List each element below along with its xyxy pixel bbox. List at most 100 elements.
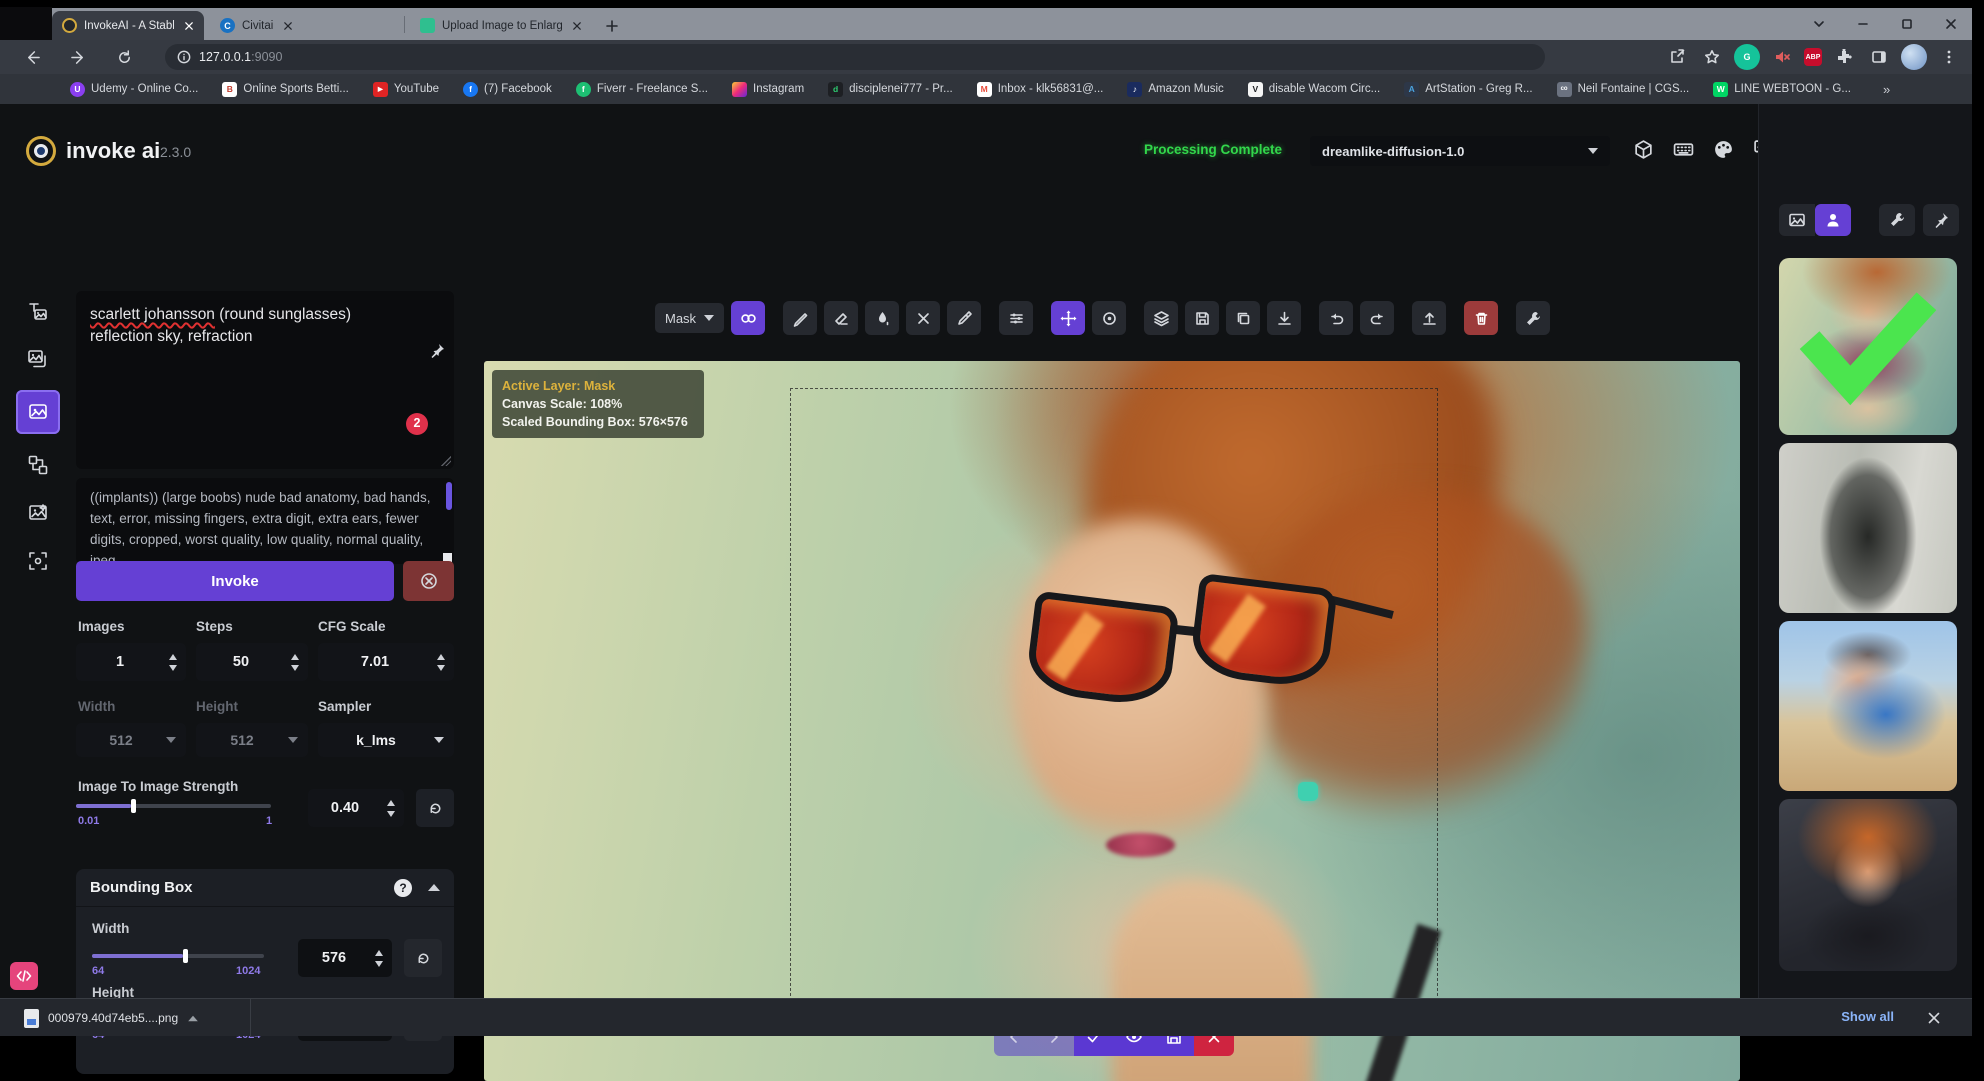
mute-extension-icon[interactable]	[1769, 44, 1795, 70]
stepper-control[interactable]	[382, 794, 400, 822]
tab-upload-image[interactable]: Upload Image to Enlarge & Enla	[410, 11, 592, 40]
bookmark-item[interactable]: co Neil Fontaine | CGS...	[1557, 82, 1690, 97]
stepper-control[interactable]	[432, 648, 450, 676]
fill-bucket-button[interactable]	[865, 301, 899, 335]
extensions-puzzle-icon[interactable]	[1831, 44, 1857, 70]
browser-menu-icon[interactable]	[1936, 44, 1962, 70]
invoke-button[interactable]: Invoke	[76, 561, 394, 601]
model-select[interactable]: dreamlike-diffusion-1.0	[1310, 136, 1610, 166]
i2i-strength-slider[interactable]	[76, 799, 271, 813]
tab-invokeai[interactable]: InvokeAI - A Stable Diffusion Too	[52, 11, 204, 40]
bookmark-item[interactable]: B Online Sports Betti...	[222, 82, 348, 97]
redo-button[interactable]	[1360, 301, 1394, 335]
profile-avatar[interactable]	[1901, 44, 1927, 70]
hotkeys-keyboard-icon[interactable]	[1672, 138, 1695, 161]
height-select[interactable]: 512	[196, 723, 308, 757]
i2i-strength-input[interactable]: 0.40	[308, 789, 404, 827]
share-icon[interactable]	[1664, 44, 1690, 70]
undo-button[interactable]	[1319, 301, 1353, 335]
eraser-tool-button[interactable]	[824, 301, 858, 335]
toggle-mask-button[interactable]	[731, 301, 765, 335]
gallery-thumbnail[interactable]	[1779, 443, 1957, 613]
window-maximize-button[interactable]	[1892, 12, 1922, 36]
gallery-thumbnail-selected[interactable]	[1779, 258, 1957, 435]
negative-prompt-input[interactable]: ((implants)) (large boobs) nude bad anat…	[76, 478, 454, 564]
sidebar-panel-icon[interactable]	[1866, 44, 1892, 70]
reload-button[interactable]	[110, 43, 138, 71]
i2i-reset-button[interactable]	[416, 789, 454, 827]
model-manager-icon[interactable]	[1632, 138, 1655, 161]
bookmark-item[interactable]: A ArtStation - Greg R...	[1404, 82, 1532, 97]
show-all-downloads-link[interactable]: Show all	[1841, 1009, 1894, 1024]
tab-post-processing[interactable]	[21, 496, 55, 530]
bounding-box-header[interactable]: Bounding Box ?	[76, 869, 454, 907]
bbox-width-slider[interactable]	[92, 949, 264, 963]
chevron-up-icon[interactable]	[428, 884, 440, 891]
scrollbar-thumb[interactable]	[446, 482, 452, 510]
bookmark-item[interactable]: f Fiverr - Freelance S...	[576, 82, 708, 97]
adblock-extension-icon[interactable]: ABP	[1804, 48, 1822, 66]
stepper-control[interactable]	[370, 944, 388, 972]
cfg-scale-input[interactable]: 7.01	[318, 643, 454, 681]
gallery-user-toggle[interactable]	[1815, 204, 1851, 236]
merge-layers-button[interactable]	[1144, 301, 1178, 335]
new-tab-button[interactable]	[600, 14, 624, 38]
brush-options-button[interactable]	[999, 301, 1033, 335]
slider-handle[interactable]	[131, 799, 136, 813]
download-image-button[interactable]	[1267, 301, 1301, 335]
bookmark-item[interactable]: f (7) Facebook	[463, 82, 552, 97]
gallery-thumbnail[interactable]	[1779, 621, 1957, 791]
brush-tool-button[interactable]	[783, 301, 817, 335]
bookmark-star-icon[interactable]	[1699, 44, 1725, 70]
clear-mask-button[interactable]	[906, 301, 940, 335]
bookmark-item[interactable]: Instagram	[732, 82, 804, 97]
close-download-bar-icon[interactable]	[1924, 1008, 1944, 1028]
chevron-up-icon[interactable]	[188, 1015, 198, 1021]
bbox-width-input[interactable]: 576	[298, 939, 392, 977]
gallery-settings-button[interactable]	[1879, 204, 1915, 236]
prompt-input[interactable]: scarlett johansson (round sunglasses) re…	[76, 291, 454, 469]
slider-handle[interactable]	[183, 949, 188, 963]
canvas-settings-button[interactable]	[1516, 301, 1550, 335]
grammarly-extension-icon[interactable]: G	[1734, 44, 1760, 70]
console-toggle-button[interactable]	[10, 962, 38, 990]
bookmark-item[interactable]: V disable Wacom Circ...	[1248, 82, 1380, 97]
tab-training[interactable]	[21, 544, 55, 578]
tab-close-icon[interactable]	[181, 18, 196, 33]
window-minimize-button[interactable]	[1848, 12, 1878, 36]
gallery-pin-button[interactable]	[1923, 204, 1959, 236]
tab-nodes[interactable]	[21, 448, 55, 482]
tab-civitai[interactable]: C Civitai	[210, 11, 398, 40]
tab-image-to-image[interactable]	[21, 342, 55, 376]
width-select[interactable]: 512	[76, 723, 186, 757]
gallery-images-toggle[interactable]	[1779, 204, 1815, 236]
tab-close-icon[interactable]	[569, 18, 584, 33]
bookmark-item[interactable]: ▶ YouTube	[373, 82, 439, 97]
site-info-icon[interactable]	[177, 50, 191, 64]
bookmark-item[interactable]: M Inbox - klk56831@...	[977, 82, 1104, 97]
window-menu-chevron[interactable]	[1804, 12, 1834, 36]
bookmark-item[interactable]: W LINE WEBTOON - G...	[1713, 82, 1851, 97]
images-input[interactable]: 1	[76, 643, 186, 681]
stepper-control[interactable]	[286, 648, 304, 676]
help-icon[interactable]: ?	[394, 879, 412, 897]
window-close-button[interactable]	[1936, 12, 1966, 36]
clear-canvas-button[interactable]	[1464, 301, 1498, 335]
resize-grip[interactable]	[441, 456, 451, 466]
bbox-width-reset-button[interactable]	[404, 939, 442, 977]
canvas-bounding-box[interactable]	[790, 388, 1438, 1036]
pin-icon[interactable]	[429, 300, 447, 318]
move-tool-button[interactable]	[1051, 301, 1085, 335]
copy-to-clipboard-button[interactable]	[1226, 301, 1260, 335]
back-button[interactable]	[18, 43, 46, 71]
tab-unified-canvas[interactable]	[16, 390, 60, 434]
download-item[interactable]: 000979.40d74eb5....png	[14, 1003, 209, 1033]
steps-input[interactable]: 50	[196, 643, 308, 681]
upload-image-button[interactable]	[1412, 301, 1446, 335]
tab-close-icon[interactable]	[280, 18, 295, 33]
save-to-gallery-button[interactable]	[1185, 301, 1219, 335]
stepper-control[interactable]	[164, 648, 182, 676]
forward-button[interactable]	[64, 43, 92, 71]
layer-select[interactable]: Mask	[655, 303, 724, 333]
bookmark-item[interactable]: d disciplenei777 - Pr...	[828, 82, 953, 97]
